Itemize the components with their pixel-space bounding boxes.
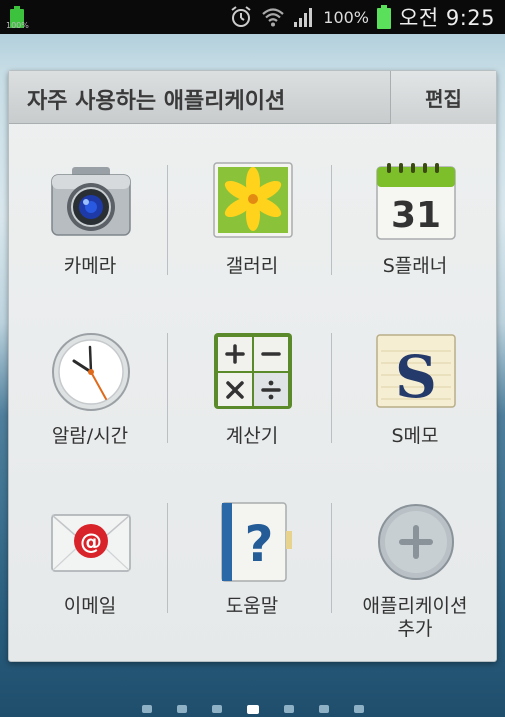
status-icons: 100% 오전 9:25	[229, 0, 495, 34]
page-dot[interactable]	[141, 705, 152, 713]
page-dot[interactable]	[353, 705, 364, 713]
edit-button[interactable]: 편집	[390, 71, 496, 124]
app-label: 애플리케이션 추가	[334, 595, 496, 641]
battery-icon	[377, 5, 392, 29]
app-label-line2: 추가	[397, 618, 433, 640]
app-label-line1: 애플리케이션	[362, 595, 468, 617]
gallery-icon	[213, 162, 293, 238]
app-help[interactable]: ? 도움말	[171, 465, 333, 635]
signal-icon	[294, 8, 313, 27]
status-bar: 100% 100% 오전 9:25	[0, 0, 505, 34]
app-grid: 카메라 갤러리 31 S플래너 알람/시간 계산기 S S메모 @ 이메일 ? …	[9, 125, 496, 661]
app-label: 카메라	[63, 255, 117, 277]
app-label: 이메일	[63, 595, 117, 617]
wifi-icon	[262, 8, 285, 27]
battery-small-label: 100%	[6, 21, 29, 30]
page-indicator	[0, 701, 505, 717]
clock-icon	[52, 333, 130, 411]
page-dot[interactable]	[211, 705, 222, 713]
memo-icon: S	[376, 334, 456, 411]
battery-percent: 100%	[323, 7, 370, 27]
alarm-icon	[231, 6, 251, 27]
clock-time: 오전 9:25	[399, 6, 495, 30]
svg-text:S: S	[395, 343, 437, 411]
add-app-icon	[378, 504, 454, 580]
app-s-planner[interactable]: 31 S플래너	[334, 125, 496, 295]
app-label: 도움말	[225, 595, 279, 617]
email-icon: @	[51, 514, 131, 572]
app-label: S플래너	[382, 255, 448, 277]
add-app-button[interactable]: 애플리케이션 추가	[334, 465, 496, 640]
calendar-date: 31	[391, 195, 441, 236]
svg-text:@: @	[80, 530, 102, 555]
app-gallery[interactable]: 갤러리	[171, 125, 333, 295]
calendar-icon: 31	[376, 163, 456, 240]
page-dot[interactable]	[318, 705, 329, 713]
calculator-icon	[214, 333, 292, 409]
camera-icon	[51, 167, 131, 236]
panel-title: 자주 사용하는 애플리케이션	[27, 89, 286, 114]
app-label: S메모	[391, 425, 439, 447]
frequent-apps-panel: 자주 사용하는 애플리케이션 편집 카메라 갤러리 31 S플래너 알람/시간 …	[8, 70, 497, 662]
page-dot-active[interactable]	[246, 704, 259, 714]
app-alarm-clock[interactable]: 알람/시간	[9, 295, 171, 465]
app-label: 갤러리	[225, 255, 279, 277]
page-dot[interactable]	[283, 705, 294, 713]
panel-header: 자주 사용하는 애플리케이션 편집	[9, 71, 496, 124]
svg-text:?: ?	[244, 515, 273, 573]
app-camera[interactable]: 카메라	[9, 125, 171, 295]
page-dot[interactable]	[176, 705, 187, 713]
app-calculator[interactable]: 계산기	[171, 295, 333, 465]
app-label: 알람/시간	[51, 425, 129, 447]
app-s-memo[interactable]: S S메모	[334, 295, 496, 465]
app-email[interactable]: @ 이메일	[9, 465, 171, 635]
app-label: 계산기	[225, 425, 279, 447]
help-icon: ?	[221, 502, 292, 582]
